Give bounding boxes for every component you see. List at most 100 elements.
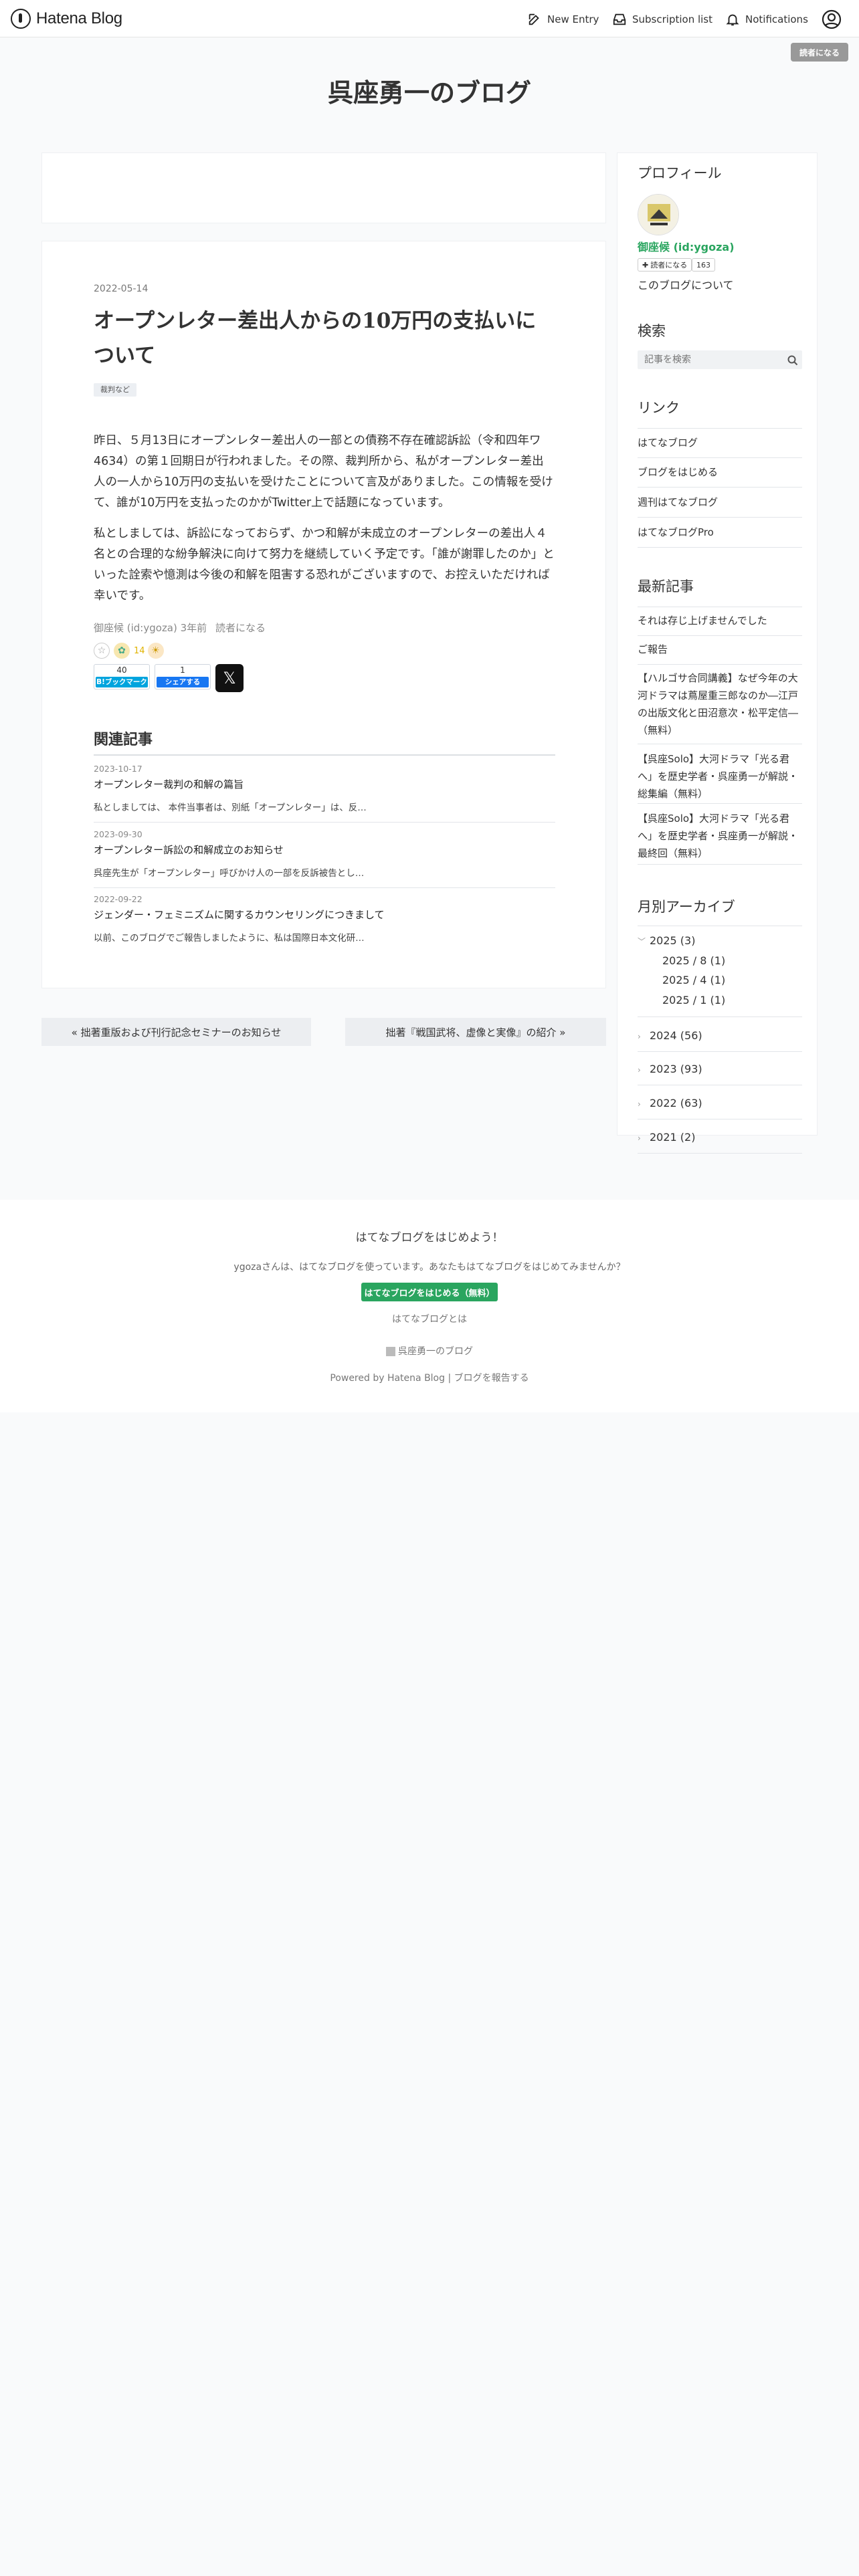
sidebar-link[interactable]: ブログをはじめる (638, 463, 802, 481)
inbox-icon (613, 13, 626, 25)
archive-year-2025[interactable]: ﹀ 2025 (3) (638, 934, 802, 947)
recent-divider (638, 803, 802, 804)
entry-paragraph-1: 昨日、５月13日にオープンレター差出人の一部との債務不存在確認訴訟（令和四年ワ4… (94, 434, 553, 510)
facebook-share-button[interactable]: 1 シェアする (155, 664, 211, 689)
archive-month-link[interactable]: 2025 / 1 (1) (662, 994, 725, 1006)
blog-title[interactable]: 呉座勇一のブログ (0, 72, 859, 109)
entry-date[interactable]: 2022-05-14 (94, 284, 148, 294)
chevron-right-icon: › (638, 1134, 641, 1143)
star-count[interactable]: 14 (134, 646, 145, 656)
recent-heading: 最新記事 (638, 578, 694, 595)
add-star-icon[interactable]: ☆ (94, 643, 110, 659)
profile-name-link[interactable]: 御座候 (id:ygoza) (638, 238, 735, 254)
archive-month-link[interactable]: 2025 / 8 (1) (662, 954, 725, 967)
footer-heading: はてなブログをはじめよう！ (355, 1231, 504, 1245)
profile-heading: プロフィール (638, 165, 722, 181)
sidebar-link[interactable]: はてなブログ (638, 434, 802, 451)
star-user-icon[interactable]: ✿ (114, 643, 130, 659)
global-header: Hatena Blog New Entry Subscription list … (0, 0, 859, 37)
entry-author-link[interactable]: 御座候 (id:ygoza) (94, 622, 177, 634)
footer-blog-link[interactable]: 呉座勇一のブログ (0, 1344, 859, 1358)
new-entry-label: New Entry (547, 13, 599, 25)
recent-entry-link[interactable]: 【呉座Solo】大河ドラマ「光る君へ」を歴史学者・呉座勇一が解説・最終回（無料） (638, 810, 802, 862)
user-icon (822, 9, 842, 29)
report-blog-link[interactable]: ブログを報告する (454, 1373, 529, 1384)
about-blog-link[interactable]: このブログについて (638, 276, 734, 292)
search-icon[interactable] (787, 354, 799, 366)
recent-entry-link[interactable]: 【ハルゴサ合同講義】なぜ今年の大河ドラマは蔦屋重三郎なのか―江戸の出版文化と田沼… (638, 669, 802, 739)
related-title[interactable]: ジェンダー・フェミニズムに関するカウンセリングにつきまして (94, 907, 385, 922)
archive-year-2021[interactable]: › 2021 (2) (638, 1131, 802, 1144)
plus-icon: ✚ (642, 260, 649, 270)
pager-next-link[interactable]: 拙著『戦国武将、虚像と実像』の紹介 » (345, 1018, 606, 1046)
logo-text: Hatena Blog (36, 9, 122, 27)
archive-year-label: 2023 (93) (650, 1063, 702, 1075)
related-date: 2023-09-30 (94, 829, 142, 839)
share-buttons: 40 B!ブックマーク 1 シェアする 𝕏 (94, 664, 244, 692)
sidebar-link[interactable]: 週刊はてなブログ (638, 494, 802, 511)
avatar-image-icon (638, 195, 678, 235)
profile-reader-button[interactable]: ✚ 読者になる (638, 258, 692, 272)
archive-month-link[interactable]: 2025 / 4 (1) (662, 974, 725, 986)
archive-divider (638, 1051, 802, 1052)
facebook-label: シェアする (157, 677, 209, 687)
subscribe-reader-button[interactable]: 読者になる (791, 43, 848, 62)
hatena-bookmark-button[interactable]: 40 B!ブックマーク (94, 664, 150, 689)
entry-title[interactable]: オープンレター差出人からの10万円の支払いについて (94, 304, 555, 373)
chevron-down-icon: ﹀ (638, 937, 646, 946)
pager-prev-link[interactable]: « 拙著重版および刊行記念セミナーのお知らせ (41, 1018, 311, 1046)
recent-divider (638, 864, 802, 865)
archive-year-label: 2022 (63) (650, 1097, 702, 1109)
bell-icon (726, 14, 739, 26)
archive-year-2022[interactable]: › 2022 (63) (638, 1097, 802, 1109)
entry-reader-link[interactable]: 読者になる (215, 622, 266, 634)
related-excerpt: 以前、このブログでご報告しましたように、私は国際日本文化研… (94, 933, 365, 944)
star-user-icon[interactable]: ☀ (147, 643, 164, 659)
archive-year-label: 2021 (2) (650, 1131, 696, 1144)
recent-entry-link[interactable]: ご報告 (638, 641, 802, 658)
recent-entry-link[interactable]: 【呉座Solo】大河ドラマ「光る君へ」を歴史学者・呉座勇一が解説・総集編（無料） (638, 750, 802, 802)
footer-description: ygozaさんは、はてなブログを使っています。あなたもはてなブログをはじめてみま… (233, 1262, 626, 1273)
profile-reader-count[interactable]: 163 (692, 258, 715, 272)
ad-placeholder (41, 152, 606, 223)
entry-time[interactable]: 3年前 (181, 622, 207, 634)
recent-entry-link[interactable]: それは存じ上げませんでした (638, 612, 802, 629)
archive-divider (638, 1016, 802, 1017)
start-blog-button[interactable]: はてなブログをはじめる（無料） (361, 1283, 498, 1301)
related-date: 2022-09-22 (94, 894, 142, 904)
search-heading: 検索 (638, 323, 666, 339)
sidebar-link[interactable]: はてなブログPro (638, 524, 802, 541)
hatena-logo-icon (11, 9, 31, 29)
new-entry-button[interactable]: New Entry (527, 11, 599, 28)
user-avatar-button[interactable] (822, 9, 842, 29)
footer-blog-title: 呉座勇一のブログ (398, 1346, 473, 1357)
search-input[interactable] (638, 350, 802, 369)
chevron-right-icon: › (638, 1099, 641, 1109)
footer-separator: | (448, 1373, 452, 1384)
related-item[interactable]: 2022-09-22 ジェンダー・フェミニズムに関するカウンセリングにつきまして… (94, 894, 555, 953)
chevron-right-icon: › (638, 1065, 641, 1075)
category-tag[interactable]: 裁判など (94, 383, 136, 397)
archive-year-2023[interactable]: › 2023 (93) (638, 1063, 802, 1075)
notifications-button[interactable]: Notifications (725, 11, 808, 28)
profile-avatar[interactable] (638, 194, 679, 235)
subscription-list-button[interactable]: Subscription list (612, 11, 712, 28)
links-divider (638, 487, 802, 488)
x-share-button[interactable]: 𝕏 (215, 664, 244, 692)
archive-year-label: 2025 (3) (650, 934, 696, 947)
related-date: 2023-10-17 (94, 764, 142, 774)
powered-by-link[interactable]: Powered by Hatena Blog (330, 1373, 445, 1384)
archive-year-2024[interactable]: › 2024 (56) (638, 1029, 802, 1042)
recent-divider (638, 664, 802, 665)
related-heading: 関連記事 (94, 732, 153, 748)
entry-footer: 御座候 (id:ygoza) 3年前 読者になる (94, 621, 266, 635)
hatena-blog-logo[interactable]: Hatena Blog (11, 8, 122, 29)
related-title[interactable]: オープンレター裁判の和解の篇旨 (94, 777, 244, 791)
related-title[interactable]: オープンレター訴訟の和解成立のお知らせ (94, 843, 284, 857)
archive-heading: 月別アーカイブ (638, 899, 735, 915)
recent-divider (638, 635, 802, 636)
related-divider (94, 754, 555, 756)
related-item[interactable]: 2023-09-30 オープンレター訴訟の和解成立のお知らせ 呉座先生が「オープ… (94, 829, 555, 888)
related-item[interactable]: 2023-10-17 オープンレター裁判の和解の篇旨 私としましては、 本件当事… (94, 764, 555, 823)
about-hatena-blog-link[interactable]: はてなブログとは (0, 1312, 859, 1325)
